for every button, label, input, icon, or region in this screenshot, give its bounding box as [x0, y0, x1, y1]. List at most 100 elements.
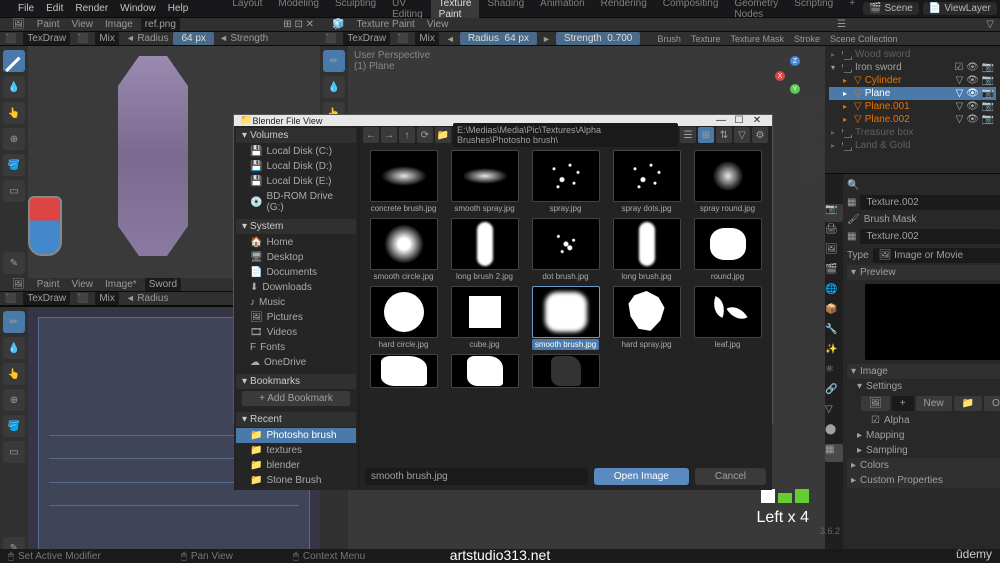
color-swatch[interactable]: ⬛	[72, 33, 93, 44]
settings-icon[interactable]: ⚙	[752, 127, 768, 143]
colors-header[interactable]: Colors	[860, 460, 889, 471]
close-icon[interactable]: ✕	[748, 115, 766, 126]
tree-plane[interactable]: ▸▽Plane▽ 👁 📷	[829, 87, 996, 100]
menu-help[interactable]: Help	[162, 3, 195, 14]
maximize-icon[interactable]: ☐	[730, 115, 748, 126]
minimize-icon[interactable]: —	[712, 115, 730, 126]
filename-field[interactable]: smooth brush.jpg	[365, 468, 588, 485]
brush-thumb-3d-icon[interactable]: ⬛	[320, 33, 341, 44]
sys-fonts[interactable]: FFonts	[236, 340, 356, 355]
tree-cylinder[interactable]: ▸▽Cylinder▽ 👁 📷	[829, 74, 996, 87]
image-name-2[interactable]: Sword	[145, 278, 181, 291]
thumb-smoothbrush[interactable]: smooth brush.jpg	[527, 286, 604, 350]
thumb-spraydots[interactable]: spray dots.jpg	[608, 150, 685, 214]
open-image-button[interactable]: Open Image	[594, 468, 689, 485]
zoom-icon[interactable]	[801, 96, 819, 114]
mask-tool-2-icon[interactable]: ▭	[3, 441, 25, 463]
proptab-particle-icon[interactable]: ✨	[825, 344, 843, 362]
filter-icon[interactable]: ▽	[734, 127, 750, 143]
fill-tool-2-icon[interactable]: 🪣	[3, 415, 25, 437]
radius-slider-3d[interactable]: Radius 64 px	[460, 32, 537, 45]
proptab-texture-icon[interactable]: ▦	[825, 444, 843, 462]
thumb-smoothspray[interactable]: smooth spray.jpg	[446, 150, 523, 214]
custom-header[interactable]: Custom Properties	[860, 475, 943, 486]
camera-icon[interactable]	[801, 140, 819, 158]
smear-tool-2-icon[interactable]: 👆	[3, 363, 25, 385]
smear-tool-icon[interactable]: 👆	[3, 102, 25, 124]
recent-textures[interactable]: 📁textures	[236, 443, 356, 458]
thumb-extra3[interactable]	[527, 354, 604, 388]
thumb-sprayround[interactable]: spray round.jpg	[689, 150, 766, 214]
proptab-data-icon[interactable]: ▽	[825, 404, 843, 422]
thumb-extra2[interactable]	[446, 354, 523, 388]
vol-e[interactable]: 💾Local Disk (E:)	[236, 174, 356, 189]
texture-panel[interactable]: Texture	[686, 34, 726, 44]
preview-header[interactable]: Preview	[860, 267, 896, 278]
move-icon[interactable]	[801, 118, 819, 136]
new-button[interactable]: New	[916, 396, 952, 411]
proptab-scene-icon[interactable]: 🎬	[825, 264, 843, 282]
tree-land[interactable]: ▸Land & Gold	[829, 139, 996, 152]
brush-panel[interactable]: Brush	[652, 34, 686, 44]
up-icon[interactable]: ↑	[399, 127, 415, 143]
settings-header[interactable]: Settings	[866, 381, 902, 392]
menu-image-2[interactable]: Image*	[99, 279, 143, 290]
editor-type-3d-icon[interactable]: 🧊	[326, 19, 350, 30]
sys-documents[interactable]: 📄Documents	[236, 265, 356, 280]
add-icon[interactable]: +	[892, 396, 914, 411]
vol-c[interactable]: 💾Local Disk (C:)	[236, 144, 356, 159]
mask-tool-icon[interactable]: ▭	[3, 180, 25, 202]
orientation-gizmo[interactable]: X Y Z	[775, 56, 815, 96]
thumb-dotbrush[interactable]: dot brush.jpg	[527, 218, 604, 282]
clone-tool-icon[interactable]: ⊕	[3, 128, 25, 150]
thumb-concrete[interactable]: concrete brush.jpg	[365, 150, 442, 214]
menu-window[interactable]: Window	[114, 3, 162, 14]
thumb-extra1[interactable]	[365, 354, 442, 388]
blend-mode[interactable]: Mix	[95, 32, 119, 45]
tree-woodsword[interactable]: ▸Wood sword	[829, 48, 996, 61]
sys-downloads[interactable]: ⬇Downloads	[236, 280, 356, 295]
sys-onedrive[interactable]: ☁OneDrive	[236, 355, 356, 370]
menu-image[interactable]: Image	[99, 19, 139, 30]
scene-field[interactable]: 🎬 Scene	[863, 2, 919, 15]
soften-tool-2-icon[interactable]: 💧	[3, 337, 25, 359]
thumb-round[interactable]: round.jpg	[689, 218, 766, 282]
search-icon[interactable]: 🔍	[847, 180, 859, 191]
draw-3d-icon[interactable]: ✏	[323, 50, 345, 72]
refresh-icon[interactable]: ⟳	[417, 127, 433, 143]
radius-slider[interactable]: 64 px	[173, 32, 213, 45]
thumb-longbrush2[interactable]: long brush 2.jpg	[446, 218, 523, 282]
editor-type-2-icon[interactable]: 🖼	[6, 279, 31, 290]
thumb-spray[interactable]: spray.jpg	[527, 150, 604, 214]
system-header[interactable]: ▾System	[236, 219, 356, 234]
tree-plane002[interactable]: ▸▽Plane.002▽ 👁 📷	[829, 113, 996, 126]
blend-2[interactable]: Mix	[95, 292, 119, 305]
strength-slider-3d[interactable]: Strength 0.700	[556, 32, 640, 45]
menu-view[interactable]: View	[66, 19, 100, 30]
proptab-constraint-icon[interactable]: 🔗	[825, 384, 843, 402]
open-button[interactable]: Open	[984, 396, 1000, 411]
draw-tool-icon[interactable]	[3, 50, 25, 72]
recent-blender[interactable]: 📁blender	[236, 458, 356, 473]
proptab-view-icon[interactable]: 🖼	[825, 244, 843, 262]
proptab-physics-icon[interactable]: ⚛	[825, 364, 843, 382]
brush-name-2[interactable]: TexDraw	[23, 292, 70, 305]
scene-collection-label[interactable]: Scene Collection	[825, 34, 903, 44]
mode-paint-2[interactable]: Paint	[31, 279, 66, 290]
bookmarks-header[interactable]: ▾Bookmarks	[236, 374, 356, 389]
sys-music[interactable]: ♪Music	[236, 295, 356, 310]
draw-tool-2-icon[interactable]: ✏	[3, 311, 25, 333]
fill-tool-icon[interactable]: 🪣	[3, 154, 25, 176]
vol-g[interactable]: 💿BD-ROM Drive (G:)	[236, 189, 356, 215]
mode-texpaint[interactable]: Texture Paint	[350, 19, 420, 30]
image-header[interactable]: Image	[860, 366, 888, 377]
cancel-button[interactable]: Cancel	[695, 468, 766, 485]
texture-name[interactable]: Texture.002	[860, 195, 1000, 210]
menu-view-2[interactable]: View	[66, 279, 100, 290]
annotate-tool-icon[interactable]: ✎	[3, 252, 25, 274]
menu-edit[interactable]: Edit	[40, 3, 69, 14]
tree-treasure[interactable]: ▸Treasure box	[829, 126, 996, 139]
soften-3d-icon[interactable]: 💧	[323, 76, 345, 98]
image-name-field[interactable]: ref.png	[141, 18, 180, 31]
proptab-object-icon[interactable]: 📦	[825, 304, 843, 322]
